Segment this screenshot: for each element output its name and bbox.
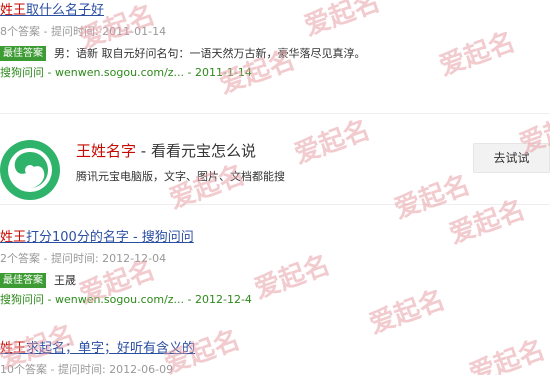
result-source[interactable]: 搜狗问问 - wenwen.sogou.com/z... - 2011-1-14 xyxy=(0,65,550,81)
card-title-keyword: 王姓名字 xyxy=(76,142,137,160)
answer-text: 男：语新 取自元好问名句：一语天然万古新，豪华落尽见真淳。 xyxy=(54,47,366,60)
answer-row: 最佳答案 王晟 xyxy=(0,272,550,288)
title-keyword: 姓王 xyxy=(0,3,27,18)
result-title-link[interactable]: 姓王取什么名子好 xyxy=(0,3,104,18)
card-title[interactable]: 王姓名字 - 看看元宝怎么说 xyxy=(76,140,256,161)
answer-row: 最佳答案 男：语新 取自元好问名句：一语天然万古新，豪华落尽见真淳。 xyxy=(0,45,550,61)
best-answer-badge: 最佳答案 xyxy=(0,45,46,61)
result-title: 姓王打分100分的名字 - 搜狗问问 xyxy=(0,229,550,247)
yuanbao-logo-icon xyxy=(0,140,60,200)
title-keyword: 姓王 xyxy=(0,341,27,356)
result-title: 姓王求起名；单字；好听有含义的 xyxy=(0,340,550,358)
result-source[interactable]: 搜狗问问 - wenwen.sogou.com/z... - 2012-12-4 xyxy=(0,292,550,308)
title-text: 取什么名子好 xyxy=(26,3,105,18)
answer-text: 王晟 xyxy=(54,274,76,287)
try-button[interactable]: 去试试 xyxy=(473,143,550,173)
search-results-page: 姓王取什么名子好 8个答案 - 提问时间: 2011-01-14 最佳答案 男：… xyxy=(0,0,550,375)
search-result-2: 姓王打分100分的名字 - 搜狗问问 2个答案 - 提问时间: 2012-12-… xyxy=(0,229,550,308)
result-meta: 8个答案 - 提问时间: 2011-01-14 xyxy=(0,25,167,38)
title-text: 求起名；单字；好听有含义的 xyxy=(26,341,196,356)
search-result-1: 姓王取什么名子好 8个答案 - 提问时间: 2011-01-14 最佳答案 男：… xyxy=(0,2,550,81)
title-text: 打分100分的名字 - 搜狗问问 xyxy=(26,230,194,245)
result-meta: 10个答案 - 提问时间: 2012-06-09 xyxy=(0,363,174,375)
best-answer-badge: 最佳答案 xyxy=(0,272,46,288)
result-title-link[interactable]: 姓王打分100分的名字 - 搜狗问问 xyxy=(0,230,194,245)
result-title: 姓王取什么名子好 xyxy=(0,2,550,20)
search-result-3: 姓王求起名；单字；好听有含义的 10个答案 - 提问时间: 2012-06-09 xyxy=(0,340,550,375)
card-subtitle: 腾讯元宝电脑版，文字、图片、文档都能搜 xyxy=(76,170,285,183)
card-title-text: - 看看元宝怎么说 xyxy=(136,142,256,160)
result-meta: 2个答案 - 提问时间: 2012-12-04 xyxy=(0,252,167,265)
result-title-link[interactable]: 姓王求起名；单字；好听有含义的 xyxy=(0,341,195,356)
title-keyword: 姓王 xyxy=(0,230,27,245)
yuanbao-promo-card: 王姓名字 - 看看元宝怎么说 腾讯元宝电脑版，文字、图片、文档都能搜 去试试 xyxy=(0,113,550,205)
